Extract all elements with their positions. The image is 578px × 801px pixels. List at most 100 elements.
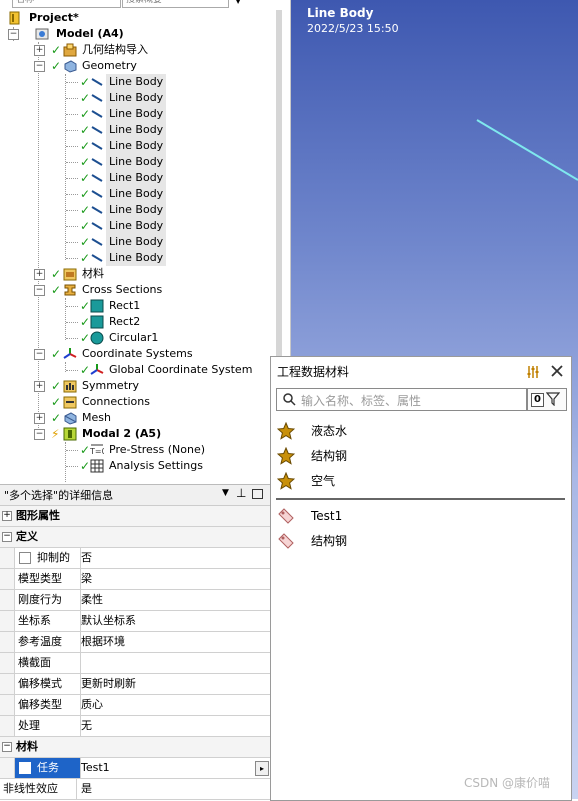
check-icon: ✓ — [80, 171, 91, 185]
prop-row-cross-section[interactable]: 横截面 — [0, 653, 270, 674]
prop-row-nonlinear-effects[interactable]: 非线性效应是 — [0, 779, 270, 800]
expand-icon[interactable]: + — [34, 269, 45, 280]
material-picker-arrow-icon[interactable]: ▸ — [255, 761, 269, 776]
expand-icon[interactable]: + — [34, 381, 45, 392]
checkbox[interactable] — [19, 552, 31, 564]
tree-item-line-body[interactable]: ✓ Line Body — [0, 234, 280, 250]
tree-item-rect1[interactable]: ✓ Rect1 — [0, 298, 280, 314]
prop-key: 模型类型 — [15, 569, 81, 589]
tree-item-project[interactable]: Project* — [0, 10, 280, 26]
expand-icon[interactable]: + — [34, 45, 45, 56]
column-settings-icon[interactable] — [526, 365, 540, 379]
tree-item-connections[interactable]: ✓ Connections — [0, 394, 280, 410]
watermark: CSDN @康价喵 — [464, 776, 551, 790]
check-icon: ✓ — [80, 155, 91, 169]
tree-item-line-body[interactable]: ✓ Line Body — [0, 186, 280, 202]
material-tag-icon — [278, 508, 294, 524]
tree-item-rect2[interactable]: ✓ Rect2 — [0, 314, 280, 330]
tree-item-model[interactable]: − Model (A4) — [0, 26, 280, 42]
tree-item-line-body[interactable]: ✓ Line Body — [0, 106, 280, 122]
prop-key: 刚度行为 — [15, 590, 81, 610]
collapse-icon[interactable]: − — [34, 61, 45, 72]
tree-item-line-body[interactable]: ✓ Line Body — [0, 170, 280, 186]
tree-item-materials[interactable]: + ✓ 材料 — [0, 266, 280, 282]
dropdown-arrow-icon[interactable]: ▼ — [222, 488, 229, 498]
prop-row-suppressed[interactable]: 抑制的 否 — [0, 548, 270, 569]
checkbox[interactable] — [19, 762, 31, 774]
tree-item-line-body[interactable]: ✓ Line Body — [0, 74, 280, 90]
tree-item-line-body[interactable]: ✓ Line Body — [0, 218, 280, 234]
coordinate-system-icon — [90, 364, 104, 375]
modal-analysis-icon — [63, 427, 77, 441]
prop-row-coordinate-system[interactable]: 坐标系 默认坐标系 — [0, 611, 270, 632]
check-icon: ✓ — [51, 395, 62, 409]
line-body-icon — [91, 206, 103, 214]
svg-text:T=0: T=0 — [90, 447, 104, 456]
tree-label: Mesh — [82, 411, 111, 424]
tree-item-mesh[interactable]: + ✓ Mesh — [0, 410, 280, 426]
tree-item-line-body[interactable]: ✓ Line Body — [0, 250, 280, 266]
tree-item-line-body[interactable]: ✓ Line Body — [0, 154, 280, 170]
expand-icon[interactable]: + — [2, 511, 12, 521]
engineering-data-material-panel: 工程数据材料 输入名称、标签、属性 0 液态水 结构钢 空气 Test1 结构钢… — [270, 356, 572, 801]
prop-row-reference-temperature[interactable]: 参考温度 根据环境 — [0, 632, 270, 653]
tree-name-filter[interactable]: 名称 — [12, 0, 121, 8]
tree-search-box[interactable]: 搜索概要 — [122, 0, 229, 8]
tree-item-symmetry[interactable]: + ✓ Symmetry — [0, 378, 280, 394]
tree-label: Rect1 — [109, 299, 141, 312]
collapse-icon[interactable]: − — [34, 285, 45, 296]
check-icon: ✓ — [80, 75, 91, 89]
search-icon — [283, 393, 296, 406]
tree-item-cross-sections[interactable]: − ✓ Cross Sections — [0, 282, 280, 298]
filter-button[interactable]: 0 — [527, 388, 567, 411]
group-material[interactable]: − 材料 — [0, 737, 270, 758]
prop-row-model-type[interactable]: 模型类型梁 — [0, 569, 270, 590]
rect-section-icon — [90, 315, 104, 329]
tree-item-line-body[interactable]: ✓ Line Body — [0, 138, 280, 154]
tree-item-geometry[interactable]: − ✓ Geometry — [0, 58, 280, 74]
check-icon: ✓ — [80, 459, 91, 473]
tree-label: Line Body — [106, 154, 167, 170]
details-title: "多个选择"的详细信息 — [4, 489, 114, 502]
group-definition[interactable]: − 定义 — [0, 527, 270, 548]
check-icon: ✓ — [80, 219, 91, 233]
tree-label: Pre-Stress (None) — [109, 443, 206, 456]
collapse-icon[interactable]: − — [34, 429, 45, 440]
tree-item-modal2[interactable]: − ⚡ Modal 2 (A5) — [0, 426, 280, 442]
prop-value: 否 — [81, 551, 92, 564]
tree-item-line-body[interactable]: ✓ Line Body — [0, 122, 280, 138]
dropdown-arrow-icon[interactable]: ▼ — [235, 0, 241, 5]
tree-item-global-coordinate-system[interactable]: ✓ Global Coordinate System — [0, 362, 280, 378]
prop-value: 无 — [81, 719, 92, 732]
expand-icon[interactable]: + — [34, 413, 45, 424]
collapse-icon[interactable]: − — [34, 349, 45, 360]
prop-row-offset-type[interactable]: 偏移类型 质心 — [0, 695, 270, 716]
check-icon: ✓ — [51, 43, 62, 57]
line-body-icon — [91, 190, 103, 198]
tree-item-circular1[interactable]: ✓ Circular1 — [0, 330, 280, 346]
tree-item-prestress[interactable]: ✓ T=0 Pre-Stress (None) — [0, 442, 280, 458]
tree-label: Cross Sections — [82, 283, 163, 296]
line-body-icon — [91, 78, 103, 86]
prop-row-offset-mode[interactable]: 偏移模式 更新时刷新 — [0, 674, 270, 695]
close-icon[interactable] — [550, 364, 564, 378]
collapse-icon[interactable]: − — [8, 29, 19, 40]
details-header: "多个选择"的详细信息 ▼ ⊥ — [0, 485, 270, 506]
prop-row-assignment[interactable]: 任务 Test1 ▸ — [0, 758, 270, 779]
material-name: 空气 — [311, 474, 336, 488]
material-name: 结构钢 — [311, 534, 348, 548]
tree-item-analysis-settings[interactable]: ✓ Analysis Settings — [0, 458, 280, 474]
collapse-icon[interactable]: − — [2, 742, 12, 752]
tree-item-geometry-import[interactable]: + ✓ 几何结构导入 — [0, 42, 280, 58]
maximize-icon[interactable] — [252, 489, 263, 499]
tree-item-coordinate-systems[interactable]: − ✓ Coordinate Systems — [0, 346, 280, 362]
collapse-icon[interactable]: − — [2, 532, 12, 542]
material-search-input[interactable]: 输入名称、标签、属性 — [276, 388, 527, 411]
prop-row-treatment[interactable]: 处理无 — [0, 716, 270, 737]
pin-icon[interactable]: ⊥ — [236, 486, 246, 500]
group-graphics-properties[interactable]: + 图形属性 — [0, 506, 270, 527]
tree-item-line-body[interactable]: ✓ Line Body — [0, 90, 280, 106]
tree-item-line-body[interactable]: ✓ Line Body — [0, 202, 280, 218]
line-body-geometry — [476, 119, 578, 181]
prop-row-stiffness-behavior[interactable]: 刚度行为 柔性 — [0, 590, 270, 611]
